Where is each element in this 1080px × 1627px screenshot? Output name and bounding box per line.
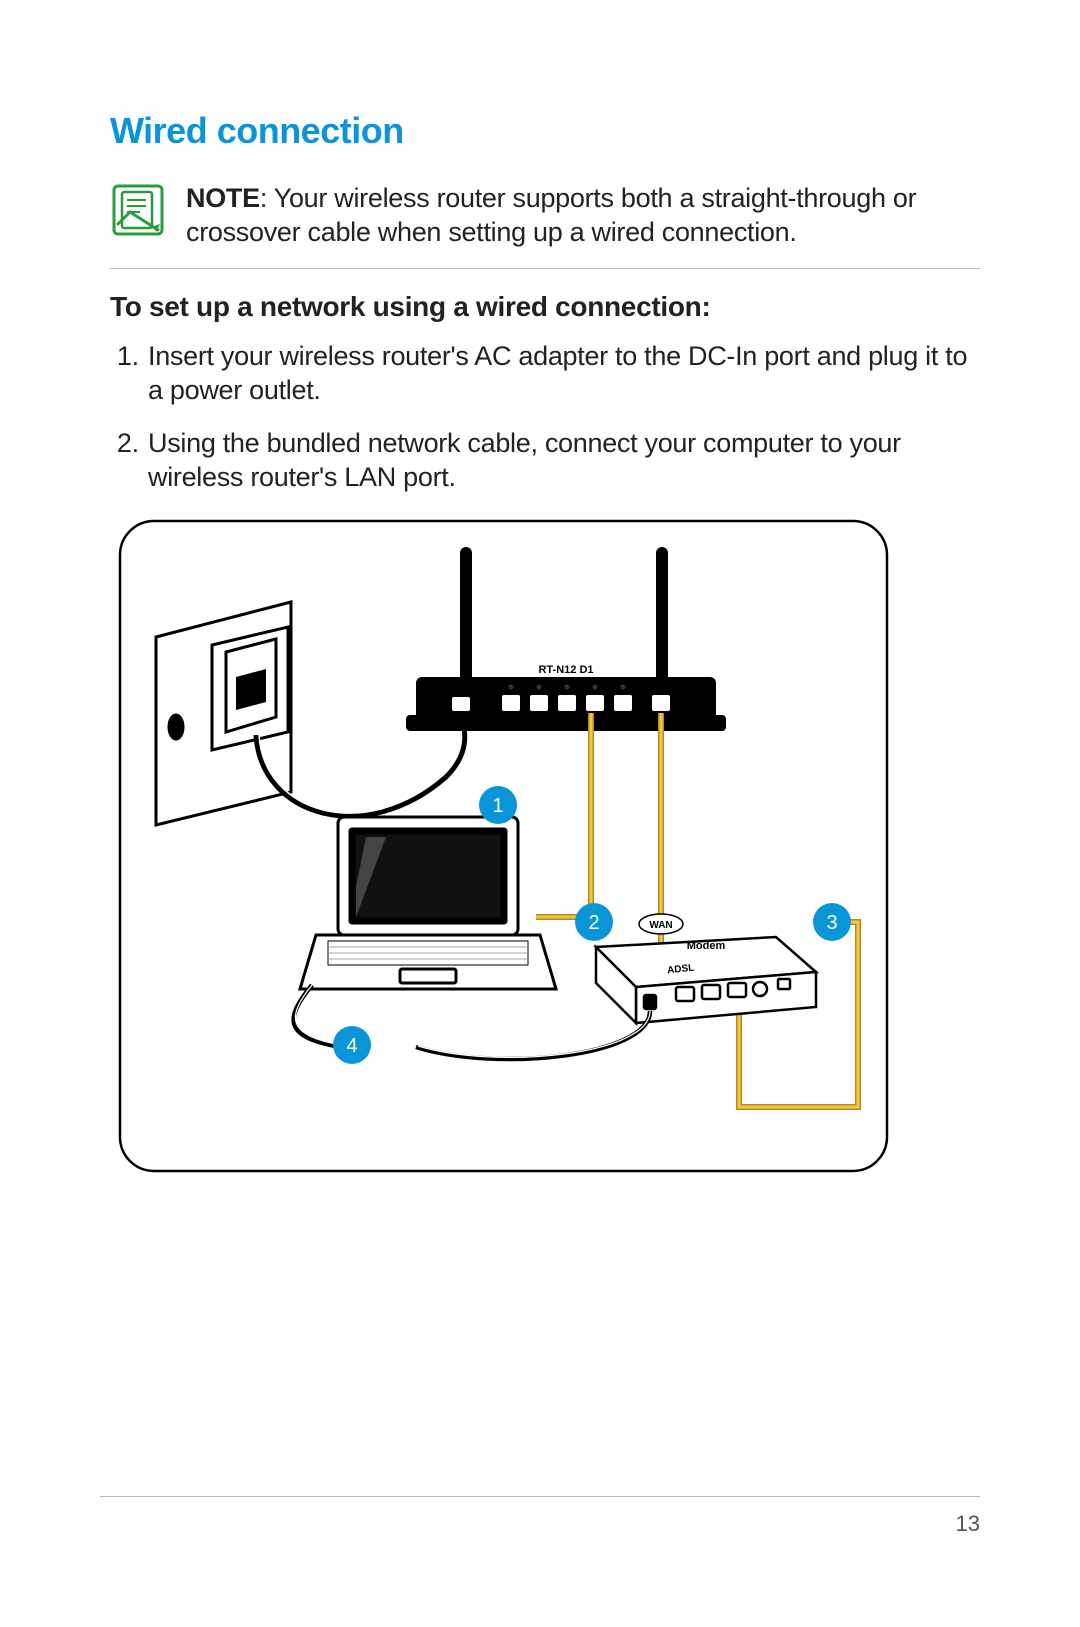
note-icon xyxy=(110,182,166,238)
steps-list: Insert your wireless router's AC adapter… xyxy=(110,339,980,495)
section-title: Wired connection xyxy=(110,110,980,152)
note-label: NOTE xyxy=(186,183,260,213)
step-1: Insert your wireless router's AC adapter… xyxy=(146,339,980,408)
callout-3: 3 xyxy=(813,903,851,941)
svg-text:2: 2 xyxy=(588,912,599,934)
callout-4: 4 xyxy=(333,1026,371,1064)
note-block: NOTE: Your wireless router supports both… xyxy=(110,182,980,250)
modem-label: Modem xyxy=(687,940,726,952)
note-body: : Your wireless router supports both a s… xyxy=(186,183,916,247)
svg-text:3: 3 xyxy=(826,912,837,934)
connection-diagram: RT-N12 D1 xyxy=(116,517,891,1177)
callout-2: 2 xyxy=(575,903,613,941)
page-number: 13 xyxy=(956,1511,980,1537)
divider xyxy=(110,268,980,269)
footer-divider xyxy=(100,1496,980,1497)
svg-text:4: 4 xyxy=(346,1035,357,1057)
wan-label: WAN xyxy=(649,920,672,931)
note-text: NOTE: Your wireless router supports both… xyxy=(186,182,980,250)
svg-text:1: 1 xyxy=(492,795,503,817)
callout-1: 1 xyxy=(479,786,517,824)
step-2: Using the bundled network cable, connect… xyxy=(146,426,980,495)
subheading: To set up a network using a wired connec… xyxy=(110,291,980,323)
router-model-label: RT-N12 D1 xyxy=(538,664,593,676)
